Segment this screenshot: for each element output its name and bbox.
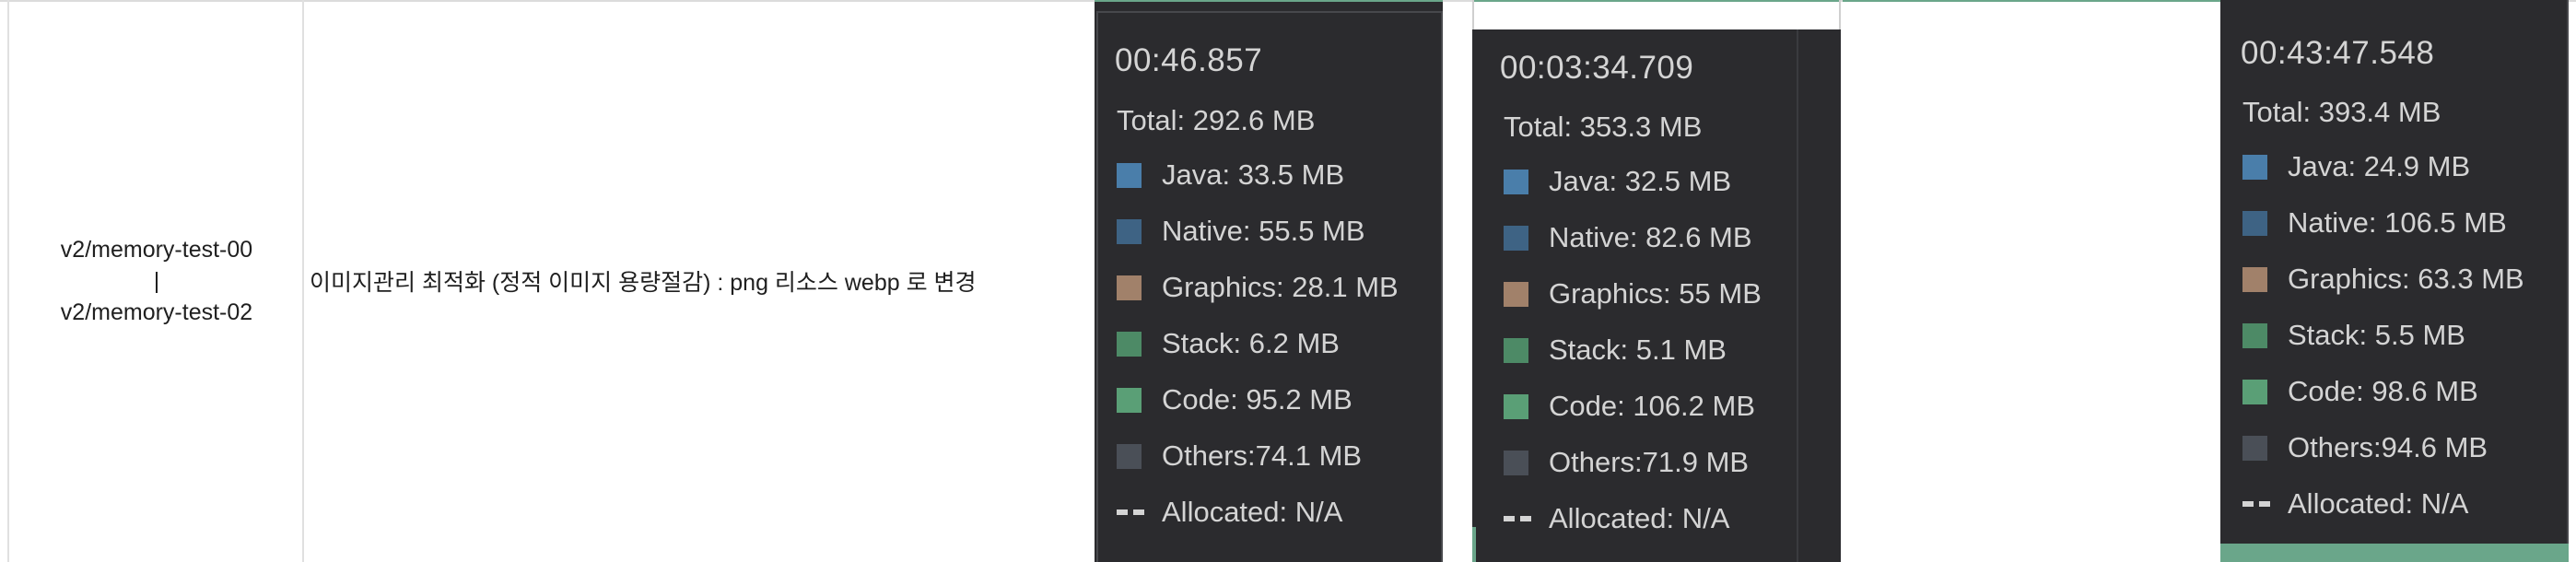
java-swatch-icon: [1504, 169, 1528, 194]
panel-2-top-accent: [1472, 0, 1841, 2]
others-swatch-icon: [1504, 450, 1528, 475]
branch-separator: |: [153, 268, 160, 294]
total-memory: Total: 292.6 MB: [1117, 104, 1316, 136]
memory-snapshot-panel-3: 00:43:47.548 Total: 393.4 MB Java: 24.9 …: [2220, 0, 2569, 562]
graphics-swatch-icon: [1504, 281, 1528, 307]
elapsed-time: 00:43:47.548: [2241, 35, 2435, 71]
dashed-line-icon: [1117, 500, 1144, 525]
total-memory: Total: 353.3 MB: [1504, 111, 1703, 143]
code-swatch-icon: [1504, 393, 1528, 419]
allocated-memory: Allocated: N/A: [1162, 496, 1343, 528]
code-swatch-icon: [1117, 387, 1142, 413]
java-memory: Java: 24.9 MB: [2288, 150, 2471, 182]
others-memory: Others:71.9 MB: [1549, 446, 1750, 478]
native-swatch-icon: [2242, 210, 2267, 236]
native-swatch-icon: [1117, 218, 1142, 244]
allocated-memory-row: Allocated: N/A: [1117, 496, 1342, 529]
elapsed-time: 00:46.857: [1115, 42, 1263, 78]
code-swatch-icon: [2242, 379, 2267, 404]
graphics-memory-row: Graphics: 55 MB: [1504, 277, 1762, 310]
description-cell: 이미지관리 최적화 (정적 이미지 용량절감) : png 리소스 webp 로…: [304, 0, 1096, 562]
allocated-memory-row: Allocated: N/A: [2242, 487, 2468, 521]
stack-memory-row: Stack: 5.1 MB: [1504, 334, 1727, 367]
stack-swatch-icon: [1117, 331, 1142, 357]
native-swatch-icon: [1504, 225, 1528, 251]
others-memory-row: Others:74.1 MB: [1117, 439, 1362, 473]
stack-memory-row: Stack: 6.2 MB: [1117, 327, 1340, 360]
code-memory-row: Code: 98.6 MB: [2242, 375, 2478, 408]
allocated-memory: Allocated: N/A: [1549, 502, 1730, 534]
others-memory: Others:94.6 MB: [2288, 431, 2488, 463]
java-swatch-icon: [2242, 154, 2267, 180]
java-swatch-icon: [1117, 162, 1142, 188]
elapsed-time: 00:03:34.709: [1500, 50, 1694, 86]
cell-top-accent: [1843, 0, 2220, 2]
memory-snapshot-panel-2: 00:03:34.709 Total: 353.3 MB Java: 32.5 …: [1472, 29, 1841, 562]
dashed-line-icon: [1504, 507, 1531, 532]
stack-swatch-icon: [1504, 337, 1528, 363]
branch-to: v2/memory-test-02: [60, 299, 253, 325]
java-memory-row: Java: 33.5 MB: [1117, 158, 1344, 192]
graphics-swatch-icon: [1117, 275, 1142, 300]
panel-top-edge: [1096, 11, 1443, 13]
graphics-memory-row: Graphics: 28.1 MB: [1117, 271, 1399, 304]
comparison-table-row: v2/memory-test-00 | v2/memory-test-02 이미…: [0, 0, 2576, 562]
stack-memory: Stack: 6.2 MB: [1162, 327, 1340, 359]
code-memory-row: Code: 95.2 MB: [1117, 383, 1352, 416]
native-memory-row: Native: 82.6 MB: [1504, 221, 1752, 254]
panel-right-edge: [2567, 0, 2569, 544]
native-memory: Native: 82.6 MB: [1549, 221, 1752, 253]
graphics-memory: Graphics: 28.1 MB: [1162, 271, 1399, 303]
stack-swatch-icon: [2242, 322, 2267, 348]
branch-from: v2/memory-test-00: [60, 237, 253, 263]
column-divider: [1839, 0, 1841, 29]
total-memory: Total: 393.4 MB: [2242, 96, 2441, 128]
stack-memory: Stack: 5.5 MB: [2288, 319, 2465, 351]
stack-memory-row: Stack: 5.5 MB: [2242, 319, 2465, 352]
graphics-swatch-icon: [2242, 266, 2267, 292]
panel-left-edge: [1096, 11, 1098, 562]
native-memory: Native: 106.5 MB: [2288, 206, 2507, 239]
code-memory: Code: 95.2 MB: [1162, 383, 1352, 416]
allocated-memory-row: Allocated: N/A: [1504, 502, 1729, 535]
native-memory-row: Native: 55.5 MB: [1117, 215, 1365, 248]
others-swatch-icon: [1117, 443, 1142, 469]
graphics-memory: Graphics: 63.3 MB: [2288, 263, 2524, 295]
java-memory: Java: 32.5 MB: [1549, 165, 1732, 197]
memory-snapshot-panel-1: 00:46.857 Total: 292.6 MB Java: 33.5 MB …: [1095, 0, 1443, 562]
others-swatch-icon: [2242, 435, 2267, 461]
java-memory: Java: 33.5 MB: [1162, 158, 1345, 191]
code-memory: Code: 106.2 MB: [1549, 390, 1756, 422]
panel-right-edge: [1441, 11, 1443, 562]
branch-range-cell: v2/memory-test-00 | v2/memory-test-02: [9, 0, 304, 562]
stack-memory: Stack: 5.1 MB: [1549, 334, 1727, 366]
panel-bottom-accent: [2220, 544, 2569, 562]
native-memory: Native: 55.5 MB: [1162, 215, 1365, 247]
native-memory-row: Native: 106.5 MB: [2242, 206, 2507, 240]
column-divider: [1472, 0, 1474, 29]
java-memory-row: Java: 32.5 MB: [1504, 165, 1731, 198]
code-memory: Code: 98.6 MB: [2288, 375, 2478, 407]
allocated-memory: Allocated: N/A: [2288, 487, 2469, 520]
others-memory-row: Others:94.6 MB: [2242, 431, 2488, 464]
graphics-memory-row: Graphics: 63.3 MB: [2242, 263, 2524, 296]
dashed-line-icon: [2242, 492, 2270, 517]
change-description: 이미지관리 최적화 (정적 이미지 용량절감) : png 리소스 webp 로…: [310, 270, 977, 296]
panel-scroll-edge: [1797, 29, 1798, 562]
graphics-memory: Graphics: 55 MB: [1549, 277, 1762, 310]
branch-range: v2/memory-test-00 | v2/memory-test-02: [61, 234, 252, 328]
java-memory-row: Java: 24.9 MB: [2242, 150, 2470, 183]
others-memory: Others:74.1 MB: [1162, 439, 1363, 472]
panel-left-accent: [1472, 527, 1476, 562]
code-memory-row: Code: 106.2 MB: [1504, 390, 1755, 423]
panel-top-accent: [1095, 0, 1443, 2]
others-memory-row: Others:71.9 MB: [1504, 446, 1749, 479]
